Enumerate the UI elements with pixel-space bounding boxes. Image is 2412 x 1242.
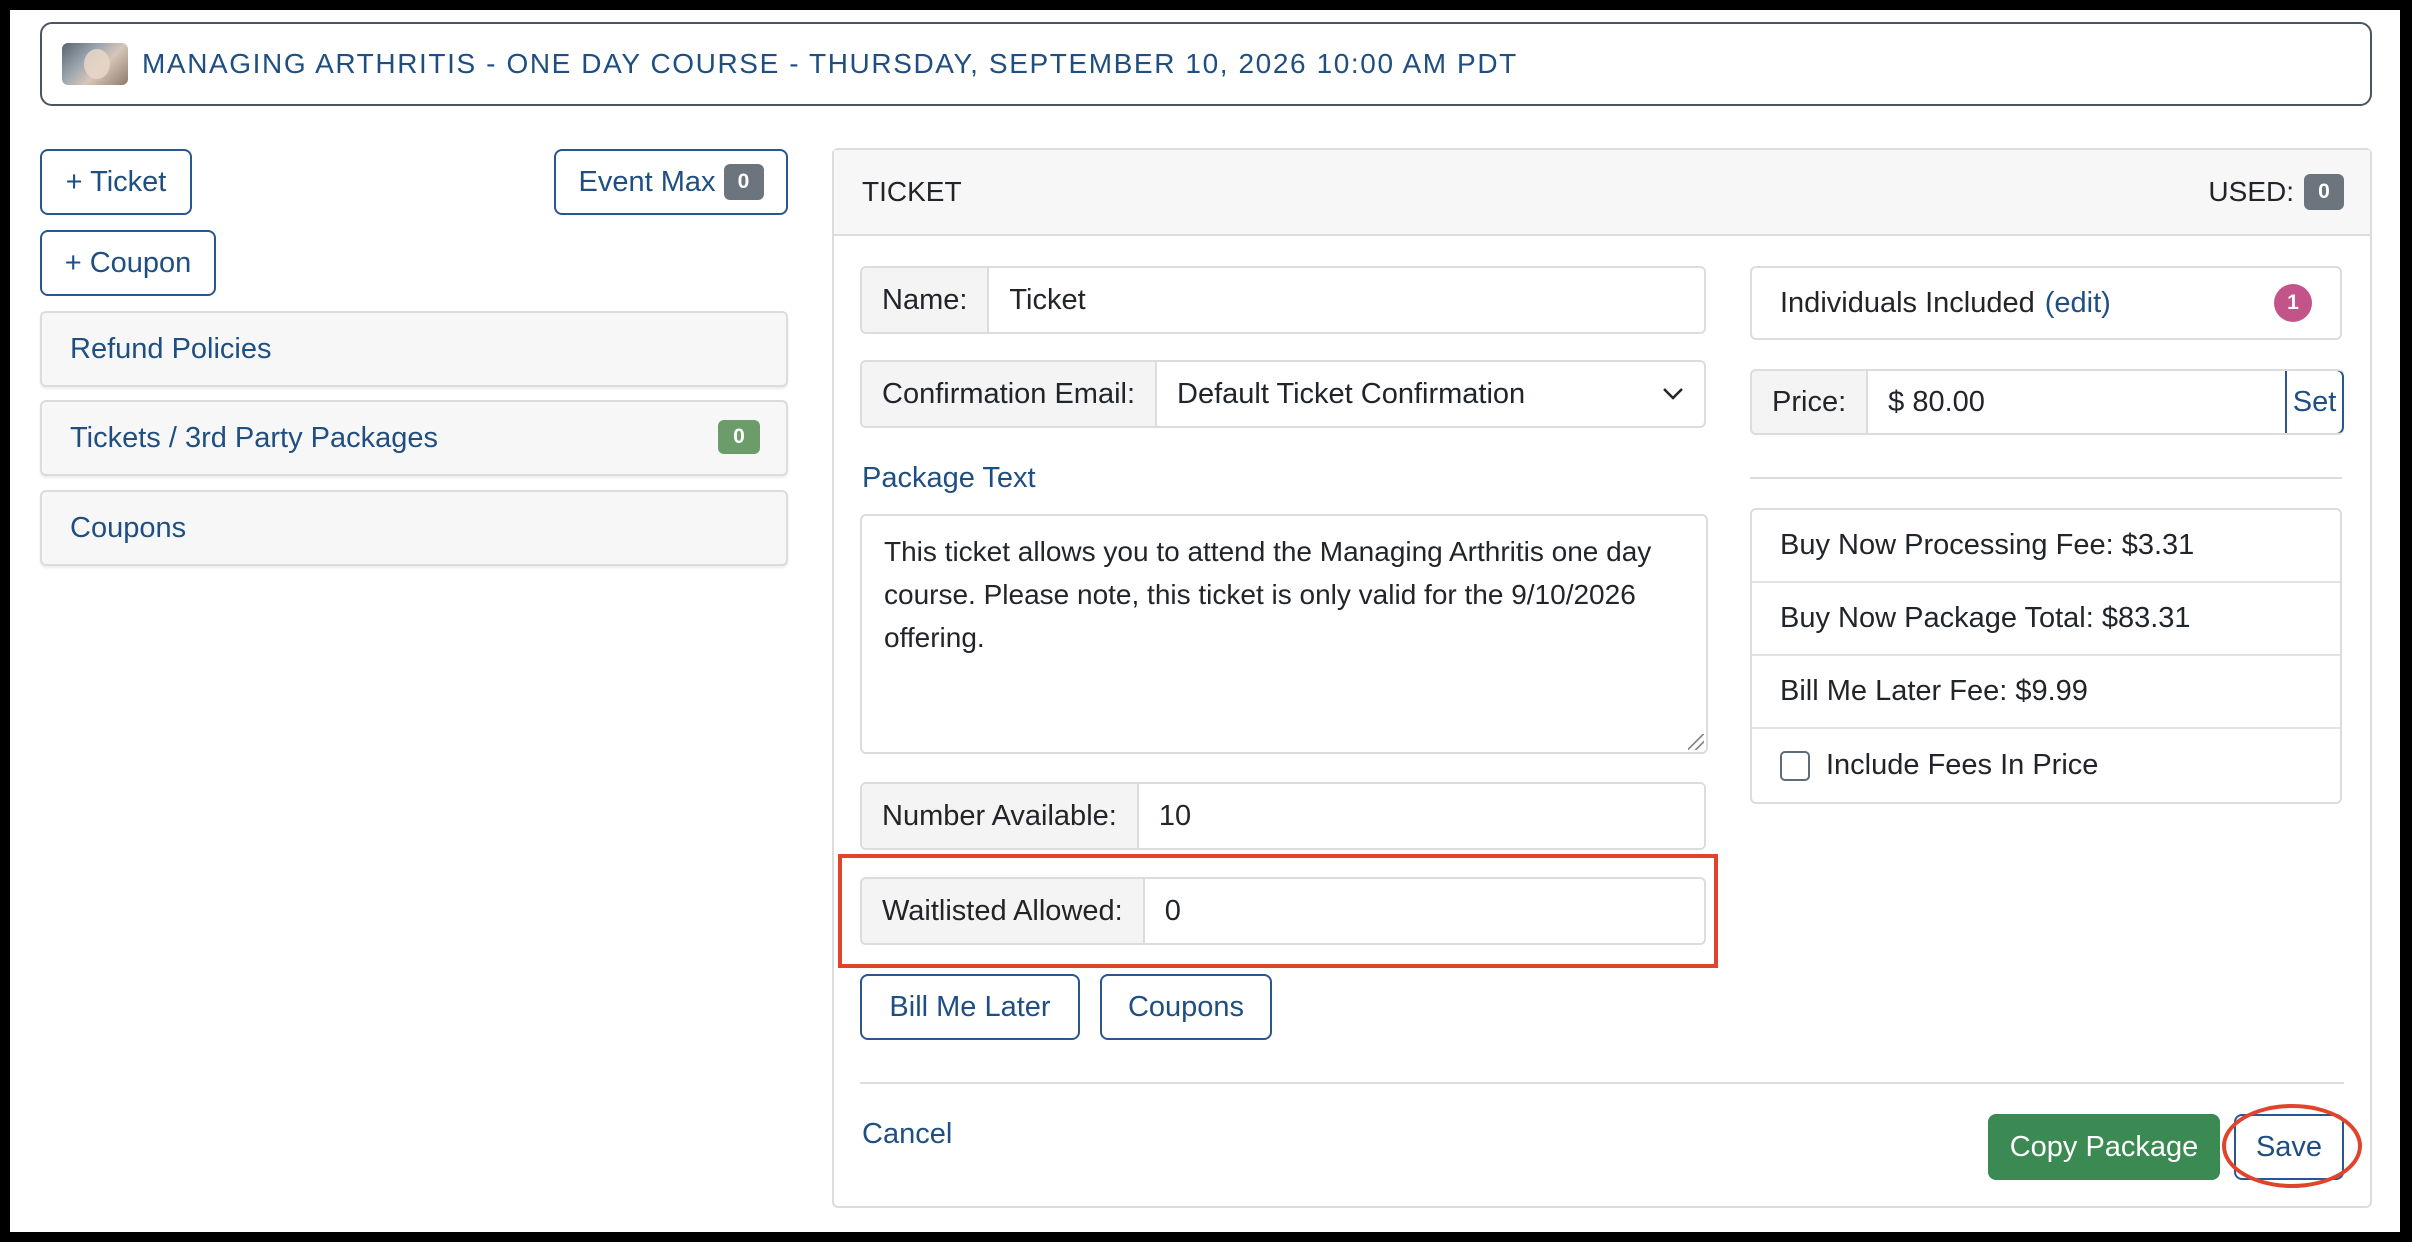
individuals-edit-link[interactable]: (edit) [2045, 287, 2111, 320]
accordion-refund-policies[interactable]: Refund Policies [40, 311, 788, 387]
coupons-button[interactable]: Coupons [1100, 974, 1272, 1040]
confirmation-email-select[interactable]: Default Ticket Confirmation [1157, 362, 1704, 426]
resize-handle-icon[interactable] [1688, 734, 1704, 750]
bill-me-later-button[interactable]: Bill Me Later [860, 974, 1080, 1040]
package-text-container: This ticket allows you to attend the Man… [860, 514, 1708, 754]
number-available-input[interactable] [1138, 784, 1704, 848]
used-indicator: USED: 0 [2208, 174, 2344, 210]
confirmation-email-value: Default Ticket Confirmation [1177, 377, 1526, 410]
cancel-link[interactable]: Cancel [862, 1118, 952, 1151]
event-max-badge: 0 [723, 164, 764, 200]
accordion-label: Tickets / 3rd Party Packages [70, 421, 439, 454]
waitlisted-allowed-input[interactable] [1144, 879, 1704, 943]
include-fees-checkbox[interactable] [1780, 750, 1810, 781]
save-button[interactable]: Save [2234, 1114, 2344, 1180]
individuals-included: Individuals Included (edit) 1 [1750, 266, 2342, 340]
card-title: TICKET [862, 176, 962, 207]
name-label: Name: [862, 268, 990, 332]
include-fees-label: Include Fees In Price [1826, 749, 2099, 781]
individuals-count-badge: 1 [2274, 284, 2312, 322]
confirmation-email-label: Confirmation Email: [862, 362, 1158, 426]
event-header: MANAGING ARTHRITIS - ONE DAY COURSE - TH… [40, 22, 2372, 106]
buy-now-processing-fee: Buy Now Processing Fee: $3.31 [1752, 510, 2340, 583]
divider [1750, 477, 2342, 479]
package-text-label: Package Text [862, 462, 1036, 494]
set-price-button[interactable]: Set [2285, 371, 2344, 433]
event-max-button[interactable]: Event Max 0 [554, 149, 788, 215]
used-count-badge: 0 [2304, 174, 2344, 210]
event-thumbnail [62, 43, 128, 85]
name-input-group: Name: [860, 266, 1706, 334]
add-ticket-button[interactable]: + Ticket [40, 149, 192, 215]
accordion-label: Coupons [70, 511, 187, 544]
chevron-down-icon [1663, 388, 1683, 400]
price-input[interactable] [1868, 371, 2286, 433]
number-available-group: Number Available: [860, 782, 1706, 850]
footer-divider [860, 1082, 2344, 1084]
waitlisted-allowed-label: Waitlisted Allowed: [862, 879, 1145, 943]
price-label: Price: [1752, 371, 1869, 433]
copy-package-button[interactable]: Copy Package [1988, 1114, 2220, 1180]
waitlisted-allowed-group: Waitlisted Allowed: [860, 877, 1706, 945]
event-title: MANAGING ARTHRITIS - ONE DAY COURSE - TH… [142, 48, 1518, 79]
accordion-coupons[interactable]: Coupons [40, 490, 788, 566]
ticket-card-header: TICKET USED: 0 [834, 150, 2370, 236]
price-input-group: Price: Set [1750, 369, 2344, 435]
confirmation-email-group: Confirmation Email: Default Ticket Confi… [860, 360, 1706, 428]
accordion-tickets-packages[interactable]: Tickets / 3rd Party Packages 0 [40, 400, 788, 476]
add-coupon-button[interactable]: + Coupon [40, 230, 216, 296]
buy-now-package-total: Buy Now Package Total: $83.31 [1752, 583, 2340, 656]
fees-list: Buy Now Processing Fee: $3.31 Buy Now Pa… [1750, 508, 2342, 804]
used-label: USED: [2208, 176, 2294, 207]
name-input[interactable] [989, 268, 1704, 332]
bill-me-later-fee: Bill Me Later Fee: $9.99 [1752, 656, 2340, 729]
include-fees-row: Include Fees In Price [1752, 729, 2340, 802]
accordion-label: Refund Policies [70, 332, 272, 365]
tickets-count-badge: 0 [718, 420, 760, 454]
individuals-label: Individuals Included [1780, 286, 2035, 319]
package-text-area[interactable]: This ticket allows you to attend the Man… [860, 514, 1708, 754]
event-max-label: Event Max [578, 165, 716, 198]
number-available-label: Number Available: [862, 784, 1139, 848]
